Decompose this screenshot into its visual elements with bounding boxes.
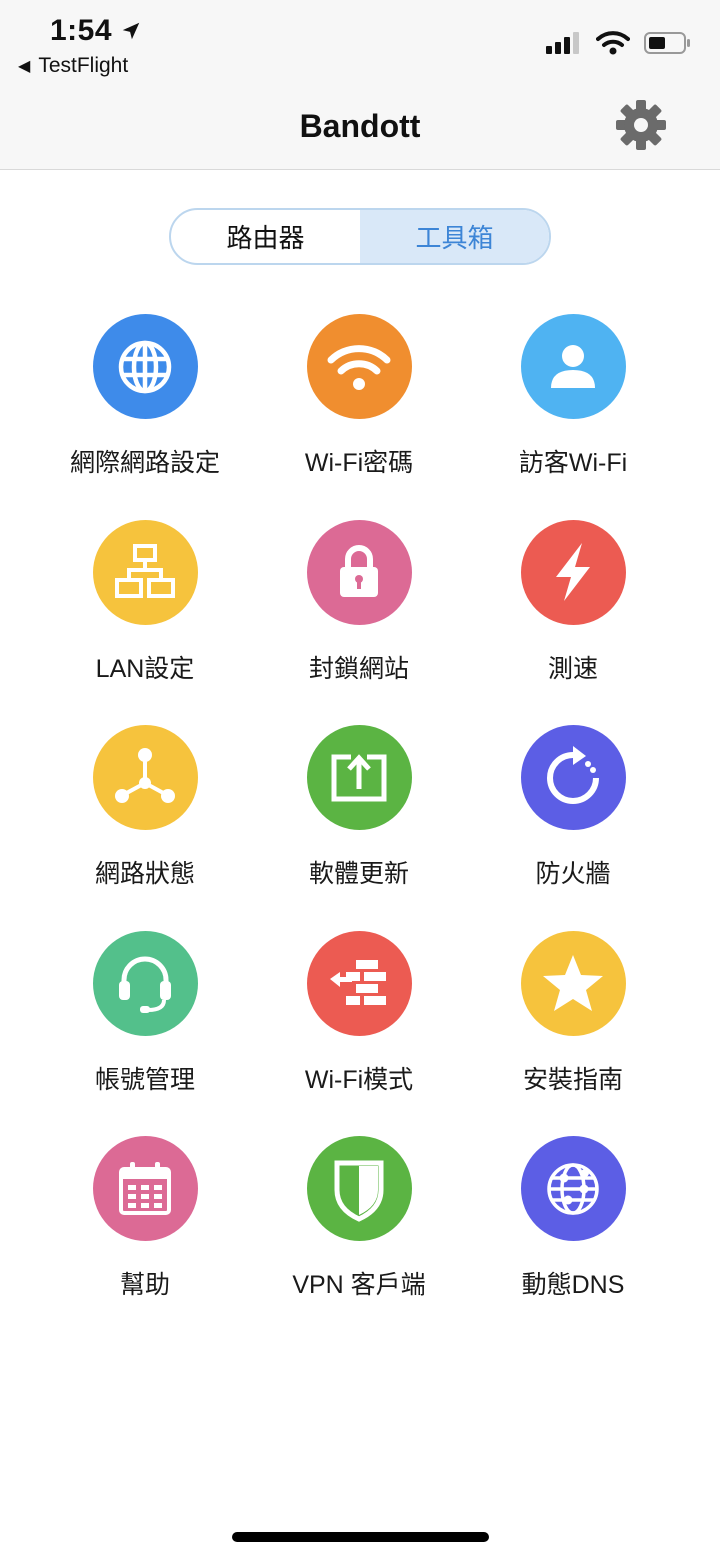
tool-label: 帳號管理 bbox=[94, 1065, 195, 1094]
tool-firmware-update[interactable]: 軟體更新 bbox=[252, 725, 466, 931]
star-icon bbox=[520, 930, 626, 1036]
upload-icon bbox=[306, 725, 412, 830]
gear-icon[interactable] bbox=[616, 100, 666, 150]
tool-label: 軟體更新 bbox=[308, 860, 409, 888]
wifi-status-icon bbox=[596, 31, 630, 55]
network-nodes-icon bbox=[92, 725, 198, 830]
lightning-icon bbox=[520, 519, 626, 625]
tool-network-status[interactable]: 網路狀態 bbox=[38, 725, 252, 931]
lan-network-icon bbox=[92, 519, 198, 625]
tool-installation-guide[interactable]: 安裝指南 bbox=[466, 930, 680, 1137]
mode-segmented-control: 路由器 工具箱 bbox=[169, 208, 551, 265]
tool-block-sites[interactable]: 封鎖網站 bbox=[252, 519, 466, 726]
tool-label: 幫助 bbox=[119, 1271, 170, 1299]
status-time: 1:54 bbox=[50, 14, 142, 48]
segment-router[interactable]: 路由器 bbox=[171, 210, 360, 263]
tool-label: Wi-Fi模式 bbox=[304, 1065, 414, 1094]
tool-label: LAN設定 bbox=[95, 654, 195, 683]
tool-label: 測速 bbox=[547, 654, 598, 683]
tool-label: 訪客Wi-Fi bbox=[518, 449, 628, 477]
tool-account-management[interactable]: 帳號管理 bbox=[38, 930, 252, 1137]
tool-vpn-client[interactable]: VPN 客戶端 bbox=[252, 1136, 466, 1342]
headset-icon bbox=[92, 930, 198, 1036]
tool-lan-settings[interactable]: LAN設定 bbox=[38, 519, 252, 726]
page-title: Bandott bbox=[299, 108, 421, 144]
status-indicators bbox=[546, 30, 692, 56]
tool-label: 網際網路設定 bbox=[69, 449, 220, 477]
guest-user-icon bbox=[520, 314, 626, 419]
tool-help[interactable]: 幫助 bbox=[38, 1136, 252, 1342]
segment-toolbox[interactable]: 工具箱 bbox=[360, 210, 549, 263]
home-indicator[interactable] bbox=[232, 1532, 489, 1542]
tool-dynamic-dns[interactable]: 動態DNS bbox=[466, 1136, 680, 1342]
wall-arrow-icon bbox=[306, 930, 412, 1036]
tool-firewall[interactable]: 防火牆 bbox=[466, 725, 680, 931]
location-arrow-icon bbox=[122, 22, 140, 40]
shield-icon bbox=[306, 1136, 412, 1241]
tool-label: 安裝指南 bbox=[522, 1065, 623, 1094]
cellular-signal-icon bbox=[546, 32, 579, 54]
tool-label: 防火牆 bbox=[535, 860, 611, 888]
tools-grid: 網際網路設定 Wi-Fi密碼 訪客Wi-Fi LAN設定 封鎖網站 測速 網路狀… bbox=[38, 314, 682, 1342]
tool-wifi-password[interactable]: Wi-Fi密碼 bbox=[252, 314, 466, 520]
tool-guest-wifi[interactable]: 訪客Wi-Fi bbox=[466, 314, 680, 520]
back-label: TestFlight bbox=[38, 54, 129, 77]
wifi-icon bbox=[306, 314, 412, 419]
back-to-testflight[interactable]: ◀ TestFlight bbox=[18, 54, 128, 78]
tool-label: 封鎖網站 bbox=[308, 654, 409, 683]
tool-label: VPN 客戶端 bbox=[292, 1271, 426, 1299]
navigation-header: 1:54 ◀ TestFlight Bandott bbox=[0, 0, 720, 170]
tool-label: Wi-Fi密碼 bbox=[304, 449, 414, 477]
refresh-icon bbox=[520, 725, 626, 830]
calendar-icon bbox=[92, 1136, 198, 1241]
tool-wifi-mode[interactable]: Wi-Fi模式 bbox=[252, 930, 466, 1137]
back-arrow-icon: ◀ bbox=[18, 58, 31, 75]
network-globe-icon bbox=[520, 1136, 626, 1241]
tool-label: 動態DNS bbox=[521, 1271, 625, 1299]
globe-icon bbox=[92, 314, 198, 419]
tool-speed-test[interactable]: 測速 bbox=[466, 519, 680, 726]
lock-icon bbox=[306, 519, 412, 625]
tool-label: 網路狀態 bbox=[94, 860, 195, 888]
tool-internet-settings[interactable]: 網際網路設定 bbox=[38, 314, 252, 520]
status-time-text: 1:54 bbox=[50, 14, 113, 47]
battery-icon bbox=[644, 32, 690, 54]
